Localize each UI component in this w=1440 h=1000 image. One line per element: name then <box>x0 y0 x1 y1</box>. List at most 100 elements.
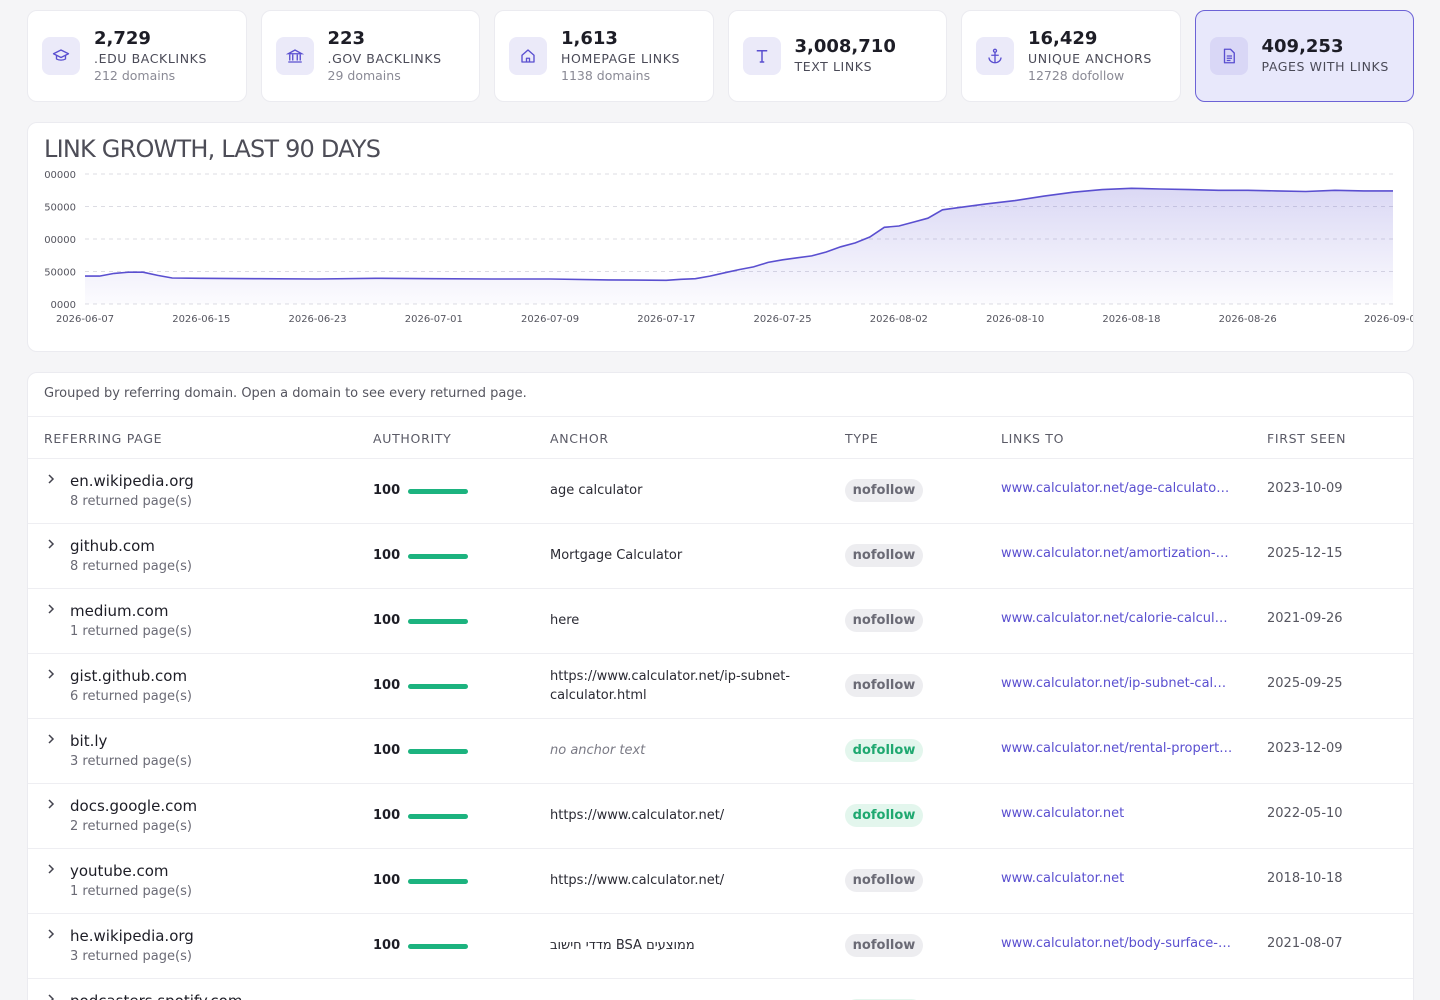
chevron-right-icon[interactable] <box>46 798 56 810</box>
stat-label: PAGES WITH LINKS <box>1261 59 1389 74</box>
x-tick-label: 2026-08-26 <box>1219 314 1277 325</box>
link-type-badge: dofollow <box>845 804 923 827</box>
header-type[interactable]: TYPE <box>845 431 879 446</box>
table-row[interactable]: gist.github.com 6 returned page(s) 100 http… <box>28 654 1413 719</box>
x-tick-label: 2026-08-02 <box>870 314 928 325</box>
first-seen-date: 2021-09-26 <box>1267 611 1343 626</box>
anchor-text: Mortgage Calculator <box>550 548 683 563</box>
links-to-url[interactable]: www.calculator.net/age-calculator.html <box>1001 481 1233 496</box>
document-icon <box>1209 37 1248 75</box>
referring-domain[interactable]: he.wikipedia.org <box>70 927 194 946</box>
chevron-right-icon[interactable] <box>46 538 56 550</box>
stat-sub: 12728 dofollow <box>1028 68 1125 83</box>
stat-label: UNIQUE ANCHORS <box>1028 51 1152 66</box>
stat-value: 16,429 <box>1028 28 1098 49</box>
table-note: Grouped by referring domain. Open a doma… <box>28 373 1413 417</box>
authority-bar <box>408 489 468 494</box>
authority-score: 100 <box>373 743 401 758</box>
x-tick-label: 2026-06-07 <box>56 314 114 325</box>
authority-score: 100 <box>373 613 401 628</box>
referring-domain[interactable]: gist.github.com <box>70 667 187 686</box>
table-row[interactable]: docs.google.com 2 returned page(s) 100 http… <box>28 784 1413 849</box>
table-row[interactable]: he.wikipedia.org 3 returned page(s) 100 מדד… <box>28 914 1413 979</box>
chevron-right-icon[interactable] <box>46 473 56 485</box>
chevron-right-icon[interactable] <box>46 993 56 1000</box>
referring-domain[interactable]: medium.com <box>70 602 168 621</box>
table-row[interactable]: en.wikipedia.org 8 returned page(s) 100 age… <box>28 459 1413 524</box>
authority-score: 100 <box>373 873 401 888</box>
chevron-right-icon[interactable] <box>46 863 56 875</box>
header-authority[interactable]: AUTHORITY <box>373 431 452 446</box>
links-to-url[interactable]: www.calculator.net/body-surface-area-cal… <box>1001 936 1233 951</box>
stat-text: 409,253 PAGES WITH LINKS <box>1262 36 1389 76</box>
anchor-text: מדדי חישוב BSA ממוצעים <box>550 938 695 953</box>
stat-label: .EDU BACKLINKS <box>94 51 207 66</box>
series-area <box>85 188 1393 304</box>
table-row[interactable]: podcasters.spotify.comdofollow <box>28 979 1413 1000</box>
x-tick-label: 2026-08-18 <box>1102 314 1160 325</box>
referring-domain[interactable]: docs.google.com <box>70 797 197 816</box>
links-to-url[interactable]: www.calculator.net/rental-property-calcu… <box>1001 741 1233 756</box>
returned-pages-count: 8 returned page(s) <box>70 494 192 509</box>
stat-label: HOMEPAGE LINKS <box>561 51 681 66</box>
referring-domain[interactable]: youtube.com <box>70 862 169 881</box>
stat-text: 16,429 UNIQUE ANCHORS 12728 dofollow <box>1028 28 1152 84</box>
link-type-badge: nofollow <box>845 674 923 697</box>
x-tick-label: 2026-07-25 <box>754 314 812 325</box>
authority-score: 100 <box>373 808 401 823</box>
stat-card[interactable]: 2,729 .EDU BACKLINKS 212 domains <box>27 10 247 102</box>
returned-pages-count: 6 returned page(s) <box>70 689 192 704</box>
header-referring-page[interactable]: REFERRING PAGE <box>44 431 162 446</box>
links-to-url[interactable]: www.calculator.net/calorie-calculator.ht… <box>1001 611 1233 626</box>
table-row[interactable]: github.com 8 returned page(s) 100 Mortgage … <box>28 524 1413 589</box>
y-tick-label: 0000 <box>51 300 76 311</box>
home-icon <box>509 37 547 75</box>
referring-domain[interactable]: github.com <box>70 537 155 556</box>
chevron-right-icon[interactable] <box>46 928 56 940</box>
header-links-to[interactable]: LINKS TO <box>1001 431 1064 446</box>
table-row[interactable]: bit.ly 3 returned page(s) 100 no anchor tex… <box>28 719 1413 784</box>
stat-card[interactable]: 409,253 PAGES WITH LINKS <box>1194 10 1414 102</box>
first-seen-date: 2023-12-09 <box>1267 741 1343 756</box>
y-tick-label: 50000 <box>44 203 76 214</box>
stat-text: 223 .GOV BACKLINKS 29 domains <box>328 28 442 84</box>
returned-pages-count: 1 returned page(s) <box>70 624 192 639</box>
links-to-url[interactable]: www.calculator.net <box>1001 871 1233 886</box>
links-to-url[interactable]: www.calculator.net/ip-subnet-calculator.… <box>1001 676 1233 691</box>
stat-value: 1,613 <box>561 28 618 49</box>
anchor-text: here <box>550 613 580 628</box>
header-first-seen[interactable]: FIRST SEEN <box>1267 431 1346 446</box>
authority-bar <box>408 749 468 754</box>
links-to-url[interactable]: www.calculator.net <box>1001 806 1233 821</box>
returned-pages-count: 3 returned page(s) <box>70 949 192 964</box>
graduation-cap-icon <box>42 37 80 75</box>
first-seen-date: 2023-10-09 <box>1267 481 1343 496</box>
x-tick-label: 2026-09-05 <box>1364 314 1414 325</box>
chevron-right-icon[interactable] <box>46 733 56 745</box>
first-seen-date: 2025-12-15 <box>1267 546 1343 561</box>
stat-card[interactable]: 16,429 UNIQUE ANCHORS 12728 dofollow <box>961 10 1181 102</box>
stat-card[interactable]: 1,613 HOMEPAGE LINKS 1138 domains <box>494 10 714 102</box>
stat-label: TEXT LINKS <box>794 59 873 74</box>
chevron-right-icon[interactable] <box>46 668 56 680</box>
x-tick-label: 2026-07-09 <box>521 314 579 325</box>
chevron-right-icon[interactable] <box>46 603 56 615</box>
header-anchor[interactable]: ANCHOR <box>550 431 609 446</box>
table-row[interactable]: youtube.com 1 returned page(s) 100 https://… <box>28 849 1413 914</box>
stat-card[interactable]: 223 .GOV BACKLINKS 29 domains <box>260 10 480 102</box>
table-row[interactable]: medium.com 1 returned page(s) 100 here nofol… <box>28 589 1413 654</box>
link-type-badge: dofollow <box>845 739 923 762</box>
link-growth-chart-card: 0000 50000 00000 50000 00000 2026-06-07 2026-0… <box>27 122 1414 352</box>
first-seen-date: 2018-10-18 <box>1267 871 1343 886</box>
referring-domain[interactable]: podcasters.spotify.com <box>70 992 242 1000</box>
authority-score: 100 <box>373 938 401 953</box>
referring-domain[interactable]: en.wikipedia.org <box>70 472 194 491</box>
x-tick-label: 2026-06-23 <box>288 314 346 325</box>
links-to-url[interactable]: www.calculator.net/amortization-calculat… <box>1001 546 1233 561</box>
referring-domain[interactable]: bit.ly <box>70 732 107 751</box>
stat-card[interactable]: 3,008,710 TEXT LINKS <box>727 10 947 102</box>
first-seen-date: 2025-09-25 <box>1267 676 1343 691</box>
returned-pages-count: 2 returned page(s) <box>70 819 192 834</box>
anchor-text: age calculator <box>550 483 643 498</box>
returned-pages-count: 3 returned page(s) <box>70 754 192 769</box>
